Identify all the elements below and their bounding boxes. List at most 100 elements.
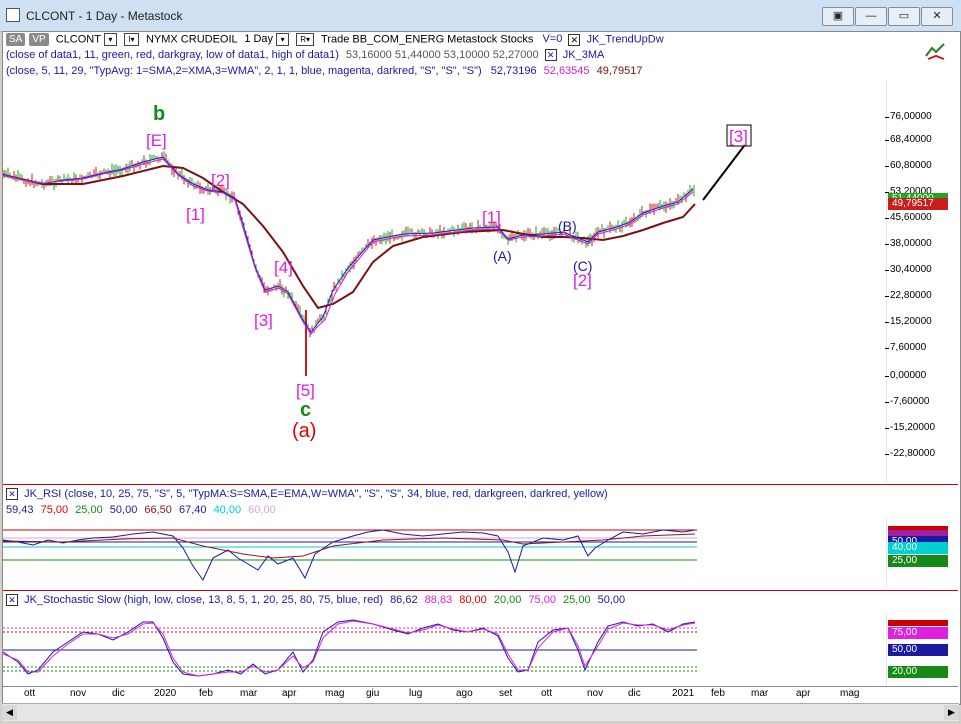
stoch-axis-20: 20,00 [888, 666, 948, 678]
indicator-name[interactable]: JK_TrendUpDw [586, 33, 663, 45]
stoch-v5: 25,00 [563, 594, 591, 606]
study-2-value-3: 49,79517 [596, 65, 643, 77]
rsi-v2: 25,00 [75, 504, 103, 516]
month-label: dic [628, 688, 641, 699]
period-dropdown[interactable]: ▾ [276, 33, 290, 46]
chart-toolbar: SA VP CLCONT ▾ I▾ NYMX CRUDEOIL 1 Day ▾ R… [6, 33, 664, 47]
month-label: 2021 [672, 688, 695, 699]
price-tick-label: 38,00000 [890, 238, 932, 249]
study-1-name[interactable]: JK_3MA [563, 49, 605, 61]
vp-button[interactable]: VP [29, 33, 49, 47]
price-tick-mark [885, 218, 889, 219]
month-label: mag [325, 688, 345, 699]
maximize-button[interactable]: ▭ [888, 7, 920, 26]
month-label: set [499, 688, 513, 699]
month-label: nov [70, 688, 87, 699]
wave-label-B: (B) [558, 218, 577, 234]
last-price-red-label: 49,79517 [888, 198, 948, 210]
study-line-1: (close of data1, 11, green, red, darkgra… [6, 49, 605, 62]
month-label: apr [282, 688, 297, 699]
stoch-v0: 86,62 [390, 594, 418, 606]
projection-line [702, 145, 745, 201]
remove-study-icon[interactable]: ✕ [544, 49, 557, 62]
scroll-right-arrow-icon[interactable]: ▶ [944, 705, 959, 720]
price-tick-mark [885, 402, 889, 403]
v-info: V=0 [542, 33, 563, 46]
stoch-v6: 50,00 [597, 594, 626, 606]
price-tick-mark [885, 322, 889, 323]
rsi-params: JK_RSI (close, 10, 25, 75, "S", 5, "TypM… [24, 488, 608, 500]
price-tick-mark [885, 296, 889, 297]
stoch-header: ✕ JK_Stochastic Slow (high, low, close, … [6, 594, 626, 607]
stochastic-chart[interactable] [3, 612, 887, 686]
month-label: ott [24, 688, 36, 699]
minimize-button[interactable]: — [855, 7, 887, 26]
panel-divider-2 [3, 590, 958, 591]
price-tick-label: 68,40000 [890, 134, 932, 145]
study-1-params: (close of data1, 11, green, red, darkgra… [6, 49, 339, 61]
period-label: 1 Day [244, 33, 274, 46]
price-tick-mark [885, 244, 889, 245]
symbol-label: CLCONT [55, 33, 101, 46]
r-button[interactable]: R▾ [296, 33, 315, 46]
rsi-v5: 67,40 [178, 504, 207, 516]
i-button[interactable]: I▾ [123, 33, 139, 46]
month-label: mar [240, 688, 258, 699]
sa-button[interactable]: SA [6, 33, 26, 47]
stoch-v2: 80,00 [459, 594, 487, 606]
drawing-tool-icon[interactable] [924, 42, 948, 62]
time-axis-line [3, 686, 958, 687]
price-tick-mark [885, 428, 889, 429]
restore-layout-button[interactable]: ▣ [822, 7, 854, 26]
exchange-label: NYMX CRUDEOIL [145, 33, 238, 46]
remove-indicator-icon[interactable]: ✕ [568, 33, 581, 46]
price-tick-label: 7,60000 [890, 342, 927, 353]
ma-mid-line [3, 158, 694, 335]
price-tick-label: 22,80000 [890, 290, 932, 301]
horizontal-scrollbar[interactable]: ◀ ▶ [2, 703, 959, 721]
rsi-axis-40: 40,00 [888, 542, 948, 554]
month-label: lug [409, 688, 423, 699]
scroll-left-arrow-icon[interactable]: ◀ [2, 705, 17, 720]
rsi-remove-icon[interactable]: ✕ [6, 488, 18, 501]
wave-label-A: (A) [493, 248, 512, 264]
rsi-v7: 60,00 [248, 504, 276, 516]
wave-label-3: [3] [254, 311, 273, 330]
month-label: apr [796, 688, 811, 699]
symbol-dropdown[interactable]: ▾ [103, 33, 117, 46]
price-tick-mark [885, 166, 889, 167]
month-label: dic [112, 688, 125, 699]
rsi-v1: 75,00 [40, 504, 69, 516]
price-tick-mark [885, 270, 889, 271]
wave-label-2b: [2] [573, 271, 592, 290]
rsi-v0: 59,43 [6, 504, 34, 516]
rsi-v3: 50,00 [109, 504, 138, 516]
stoch-d-line [3, 620, 696, 677]
study-2-params: (close, 5, 11, 29, "TypAvg: 1=SMA,2=XMA,… [6, 65, 482, 77]
month-label: feb [199, 688, 213, 699]
stoch-remove-icon[interactable]: ✕ [6, 594, 18, 607]
price-chart[interactable]: b [E] [2] [1] [4] [3] [5] c (a) [1] (A) … [3, 80, 887, 483]
price-tick-mark [885, 140, 889, 141]
wave-label-5: [5] [296, 381, 315, 400]
rsi-header: ✕ JK_RSI (close, 10, 25, 75, "S", 5, "Ty… [6, 488, 608, 501]
price-tick-mark [885, 117, 889, 118]
rsi-chart[interactable] [3, 518, 887, 588]
trade-info: Trade BB_COM_ENERG Metastock Stocks [321, 33, 534, 46]
rsi-v4: 66,50 [144, 504, 172, 516]
month-label: ott [541, 688, 553, 699]
close-button[interactable]: ✕ [921, 7, 953, 26]
month-label: mar [751, 688, 769, 699]
price-tick-label: 45,60000 [890, 212, 932, 223]
month-label: ago [456, 688, 473, 699]
month-label: giu [366, 688, 380, 699]
wave-label-E: [E] [146, 131, 167, 150]
window-title: CLCONT - 1 Day - Metastock [26, 9, 183, 23]
wave-label-c: c [300, 399, 311, 421]
wave-label-1: [1] [186, 205, 205, 224]
wave-label-3b: [3] [729, 127, 748, 146]
study-1-values: 53,16000 51,44000 53,10000 52,27000 [345, 49, 539, 61]
price-tick-label: 60,80000 [890, 160, 932, 171]
stoch-axis-75: 75,00 [888, 627, 948, 639]
wave-label-1b: [1] [482, 208, 501, 227]
